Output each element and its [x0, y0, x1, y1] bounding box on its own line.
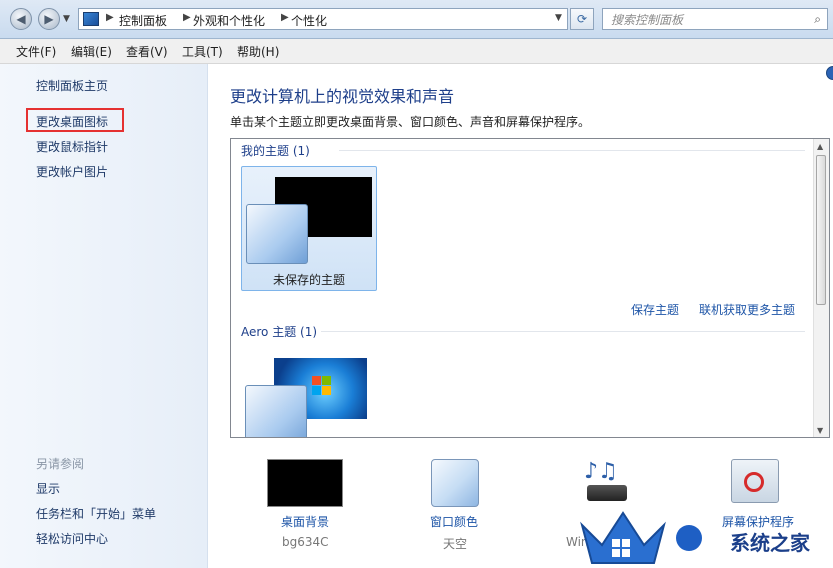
menu-bar: 文件(F) 编辑(E) 查看(V) 工具(T) 帮助(H): [0, 39, 833, 64]
navigation-bar: ◀ ▶ ▼ ▶ 控制面板 ▶ 外观和个性化 ▶ 个性化 ▼ ⟳ ⌕: [0, 0, 833, 39]
desktop-background-link[interactable]: 桌面背景: [281, 513, 329, 530]
save-theme-link[interactable]: 保存主题: [631, 301, 679, 318]
watermark-crown-logo: [578, 505, 668, 565]
theme-tile-windows7[interactable]: [241, 349, 377, 437]
desktop-background-value: bg634C: [282, 535, 329, 549]
search-icon[interactable]: ⌕: [814, 12, 821, 27]
link-ease-of-access[interactable]: 轻松访问中心: [36, 530, 108, 547]
chevron-right-icon: ▶: [106, 12, 114, 23]
breadcrumb-control-panel[interactable]: 控制面板: [119, 12, 167, 29]
arrow-left-icon: ◀: [16, 12, 26, 26]
arrow-right-icon: ▶: [44, 12, 54, 26]
search-input[interactable]: [609, 10, 803, 30]
menu-tools[interactable]: 工具(T): [182, 43, 223, 60]
breadcrumb-appearance[interactable]: 外观和个性化: [193, 12, 265, 29]
scroll-up-icon[interactable]: ▲: [817, 142, 823, 151]
theme-list: 我的主题 (1) 未保存的主题 保存主题 联机获取更多主题 Aero 主题 (1…: [230, 138, 830, 438]
theme-window-preview: [245, 385, 307, 437]
watermark-text: 系统之家: [730, 531, 810, 555]
see-also-heading: 另请参阅: [36, 457, 85, 471]
help-icon[interactable]: [826, 66, 833, 80]
link-taskbar-start-menu[interactable]: 任务栏和「开始」菜单: [36, 505, 156, 522]
vertical-scrollbar[interactable]: ▲ ▼: [813, 139, 829, 437]
back-button[interactable]: ◀: [10, 8, 32, 30]
page-description: 单击某个主题立即更改桌面背景、窗口颜色、声音和屏幕保护程序。: [230, 115, 591, 129]
theme-name-unsaved: 未保存的主题: [272, 273, 345, 287]
windows-logo-icon: [312, 376, 332, 396]
window-color-value: 天空: [443, 537, 468, 551]
link-control-panel-home[interactable]: 控制面板主页: [36, 77, 108, 94]
desktop-background-icon[interactable]: [267, 459, 343, 507]
link-display[interactable]: 显示: [36, 480, 60, 497]
page-title: 更改计算机上的视觉效果和声音: [230, 87, 455, 106]
watermark-house-icon: [676, 525, 702, 551]
control-panel-icon: [83, 12, 99, 26]
window-color-icon[interactable]: [431, 459, 479, 507]
get-more-themes-link[interactable]: 联机获取更多主题: [699, 301, 795, 318]
link-change-account-picture[interactable]: 更改帐户图片: [36, 163, 108, 180]
window-color-link[interactable]: 窗口颜色: [430, 513, 478, 530]
refresh-button[interactable]: ⟳: [570, 8, 594, 30]
scroll-thumb[interactable]: [816, 155, 826, 305]
menu-edit[interactable]: 编辑(E): [71, 43, 112, 60]
breadcrumb-personalization[interactable]: 个性化: [291, 12, 327, 29]
link-change-desktop-icons[interactable]: 更改桌面图标: [36, 113, 108, 130]
group-divider: [339, 150, 805, 151]
chevron-right-icon: ▶: [281, 12, 289, 23]
address-bar[interactable]: ▶ 控制面板 ▶ 外观和个性化 ▶ 个性化 ▼: [78, 8, 568, 30]
search-box: ⌕: [602, 8, 828, 30]
keyboard-icon: [587, 485, 627, 501]
no-symbol-icon: [744, 472, 764, 492]
screensaver-icon[interactable]: [731, 459, 779, 503]
music-note-icon: ♪♫: [584, 459, 618, 484]
theme-window-preview: [246, 204, 308, 264]
chevron-right-icon: ▶: [183, 12, 191, 23]
group-header-aero-themes: Aero 主题 (1): [241, 325, 318, 339]
group-header-my-themes: 我的主题 (1): [241, 144, 310, 158]
menu-help[interactable]: 帮助(H): [237, 43, 279, 60]
link-change-mouse-pointers[interactable]: 更改鼠标指针: [36, 138, 108, 155]
address-dropdown-icon[interactable]: ▼: [555, 13, 562, 23]
forward-button[interactable]: ▶: [38, 8, 60, 30]
group-divider: [321, 331, 805, 332]
theme-tile-unsaved[interactable]: 未保存的主题: [241, 166, 377, 291]
refresh-icon: ⟳: [576, 12, 588, 26]
recent-pages-chevron-icon[interactable]: ▼: [63, 14, 70, 24]
menu-view[interactable]: 查看(V): [126, 43, 168, 60]
scroll-down-icon[interactable]: ▼: [817, 426, 823, 435]
menu-file[interactable]: 文件(F): [16, 43, 56, 60]
